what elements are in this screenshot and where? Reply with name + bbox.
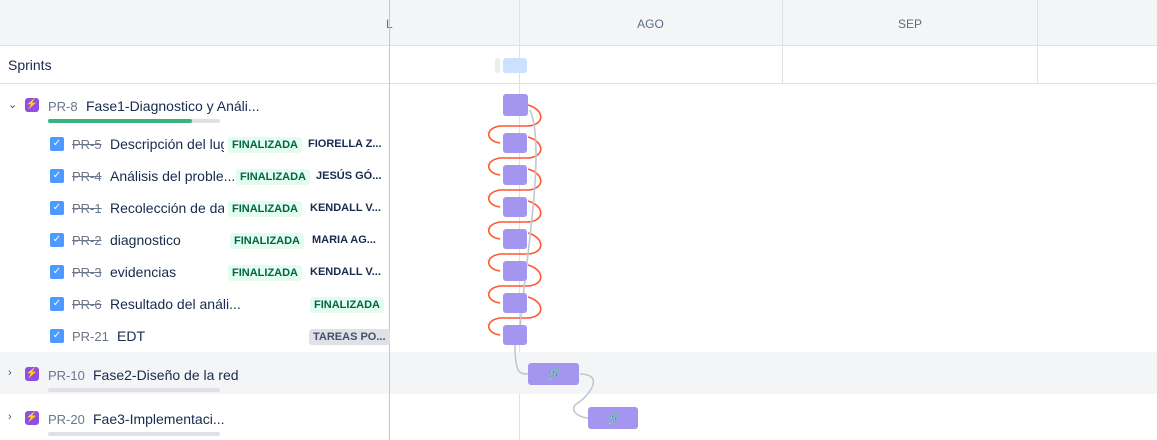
issue-bar[interactable] [503,133,527,153]
link-icon[interactable]: 🔗 [546,367,561,381]
epic-bar[interactable]: 🔗 [528,363,579,385]
issue-bar[interactable] [503,165,527,185]
issue-bar[interactable] [503,325,527,345]
issue-bar[interactable] [503,293,527,313]
epic-bar[interactable]: 🔗 [588,407,638,429]
epic-bar[interactable] [503,94,528,116]
issue-bar[interactable] [503,261,527,281]
issue-bar[interactable] [503,229,527,249]
issue-bar[interactable] [503,197,527,217]
link-icon[interactable]: 🔗 [606,411,621,425]
